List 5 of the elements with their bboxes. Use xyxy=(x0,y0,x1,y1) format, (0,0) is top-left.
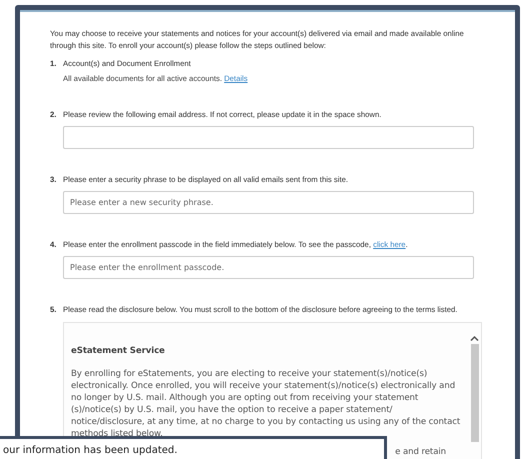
notification-toast: our information has been updated. xyxy=(0,436,387,459)
text-field[interactable]: Please enter the enrollment passcode. xyxy=(63,256,474,279)
disclosure-title: eStatement Service xyxy=(71,345,166,357)
text-field[interactable]: Please enter a new security phrase. xyxy=(63,191,474,214)
disclosure-paragraph: e and retain xyxy=(395,447,446,457)
